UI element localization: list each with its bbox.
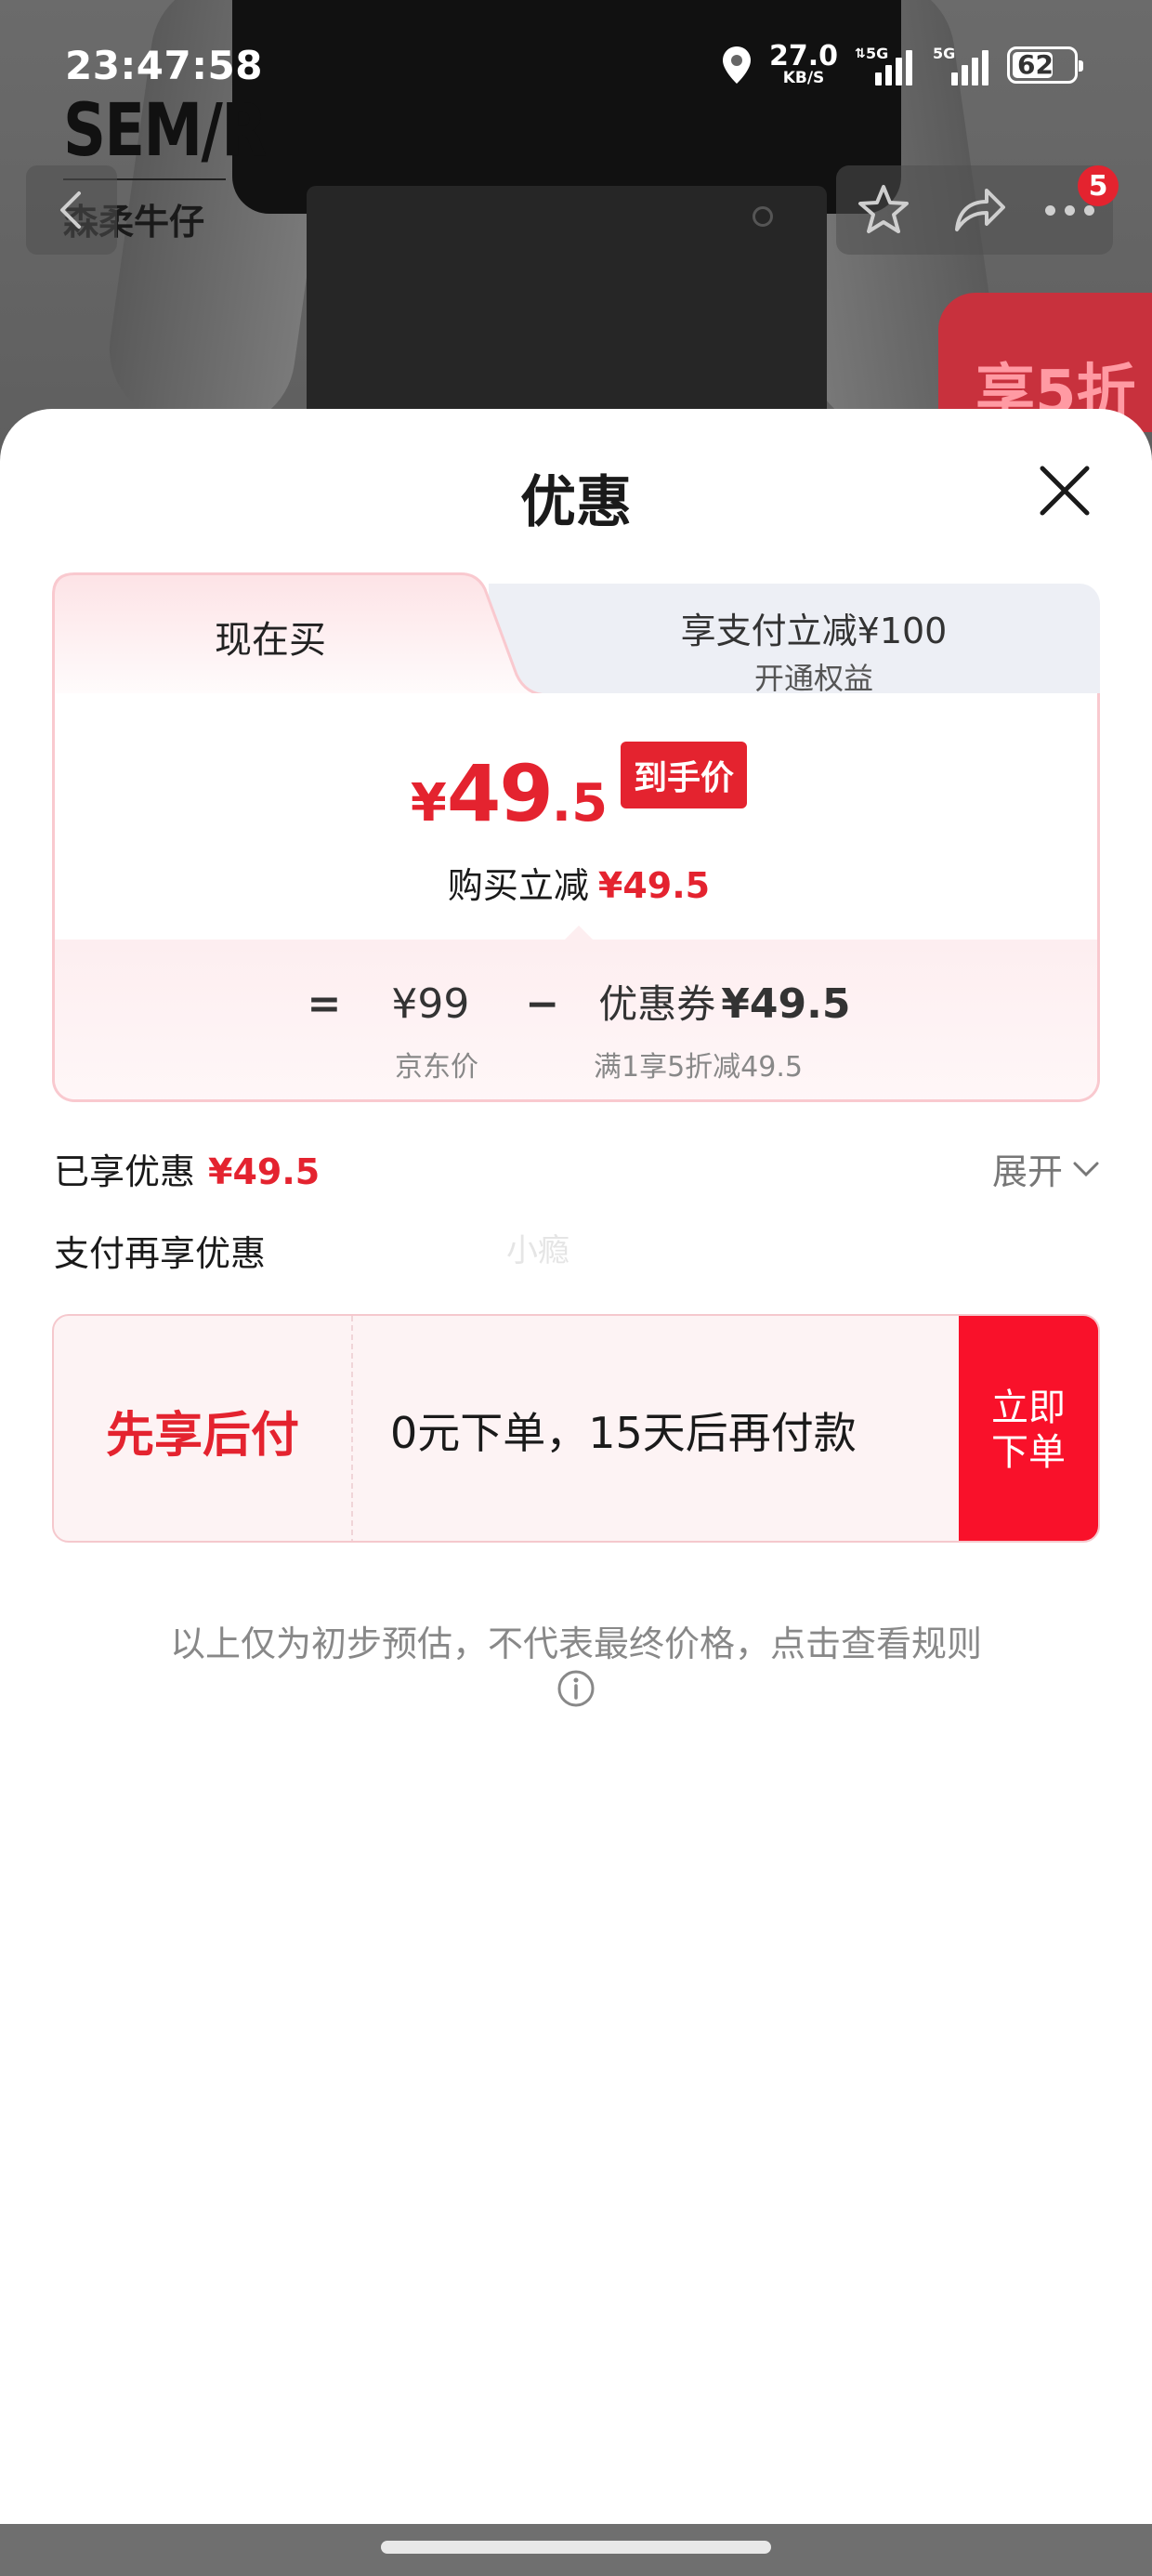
price-detail: ¥49.5 到手价 购买立减 ¥49.5 = ¥99 − 优惠券 ¥49.5 京东…: [52, 693, 1100, 1102]
close-icon[interactable]: [1035, 461, 1094, 520]
chevron-down-icon: [1073, 1162, 1099, 1176]
bnpl-title: 先享后付: [54, 1316, 353, 1541]
bnpl-desc: 0元下单，15天后再付款: [390, 1408, 857, 1458]
star-icon[interactable]: [855, 181, 912, 239]
jd-price: ¥99: [391, 980, 470, 1028]
jd-price-label: 京东价: [395, 1051, 478, 1084]
order-now-button[interactable]: 立即 下单: [959, 1316, 1098, 1541]
price-tabs: 现在买 享支付立减¥100 开通权益: [52, 572, 1100, 714]
jeans-button: [753, 206, 773, 227]
signal-1-icon: 5G ⇅: [855, 45, 916, 85]
tab-now[interactable]: 现在买: [52, 610, 489, 664]
info-icon[interactable]: [556, 1669, 596, 1708]
discount-sheet: 优惠 现在买 享支付立减¥100 开通权益 ¥49.5 到手价 购买立减 ¥49…: [0, 409, 1152, 2537]
buy-now-pay-later[interactable]: 先享后付 0元下单，15天后再付款 立即 下单: [52, 1314, 1100, 1543]
signal-2-icon: 5G: [933, 45, 990, 85]
final-price: ¥49.5: [410, 748, 609, 839]
status-time: 23:47:58: [65, 43, 263, 88]
final-price-tag: 到手价: [621, 742, 748, 808]
chevron-left-icon: [60, 191, 81, 229]
final-price-row: ¥49.5 到手价: [55, 742, 1097, 839]
top-actions: [836, 165, 1113, 255]
share-icon[interactable]: [949, 181, 1007, 239]
location-icon: [722, 46, 751, 84]
price-breakdown: = ¥99 − 优惠券 ¥49.5 京东价 满1享5折减49.5: [55, 940, 1097, 1099]
price-card: 现在买 享支付立减¥100 开通权益 ¥49.5 到手价 购买立减 ¥49.5 =…: [52, 572, 1100, 1102]
network-speed: 27.0 KB/S: [768, 40, 838, 87]
battery-icon: 62: [1007, 46, 1083, 84]
breakdown-row: = ¥99 − 优惠券 ¥49.5: [307, 980, 851, 1028]
more-icon[interactable]: [1044, 204, 1094, 216]
disclaimer-link[interactable]: 以上仅为初步预估，不代表最终价格，点击查看规则: [0, 1615, 1152, 1666]
breakdown-notch: [562, 926, 596, 942]
watermark: 小瘾: [506, 1232, 569, 1269]
home-indicator[interactable]: [381, 2541, 771, 2554]
pay-more-discount: 支付再享优惠: [54, 1233, 267, 1274]
purchase-reduction: 购买立减 ¥49.5: [447, 865, 711, 906]
back-button[interactable]: [26, 165, 117, 255]
sheet-title: 优惠: [520, 470, 632, 535]
status-icons: 27.0 KB/S 5G ⇅ 5G 62: [721, 40, 1083, 87]
coupon-desc: 满1享5折减49.5: [594, 1051, 803, 1084]
expand-toggle[interactable]: 展开: [992, 1143, 1100, 1194]
enjoyed-discount: 已享优惠 ¥49.5: [54, 1151, 321, 1192]
tab-pay-label[interactable]: 享支付立减¥100 开通权益: [535, 602, 1093, 698]
coupon-value: ¥49.5: [721, 980, 851, 1028]
notification-badge: 5: [1078, 165, 1119, 206]
